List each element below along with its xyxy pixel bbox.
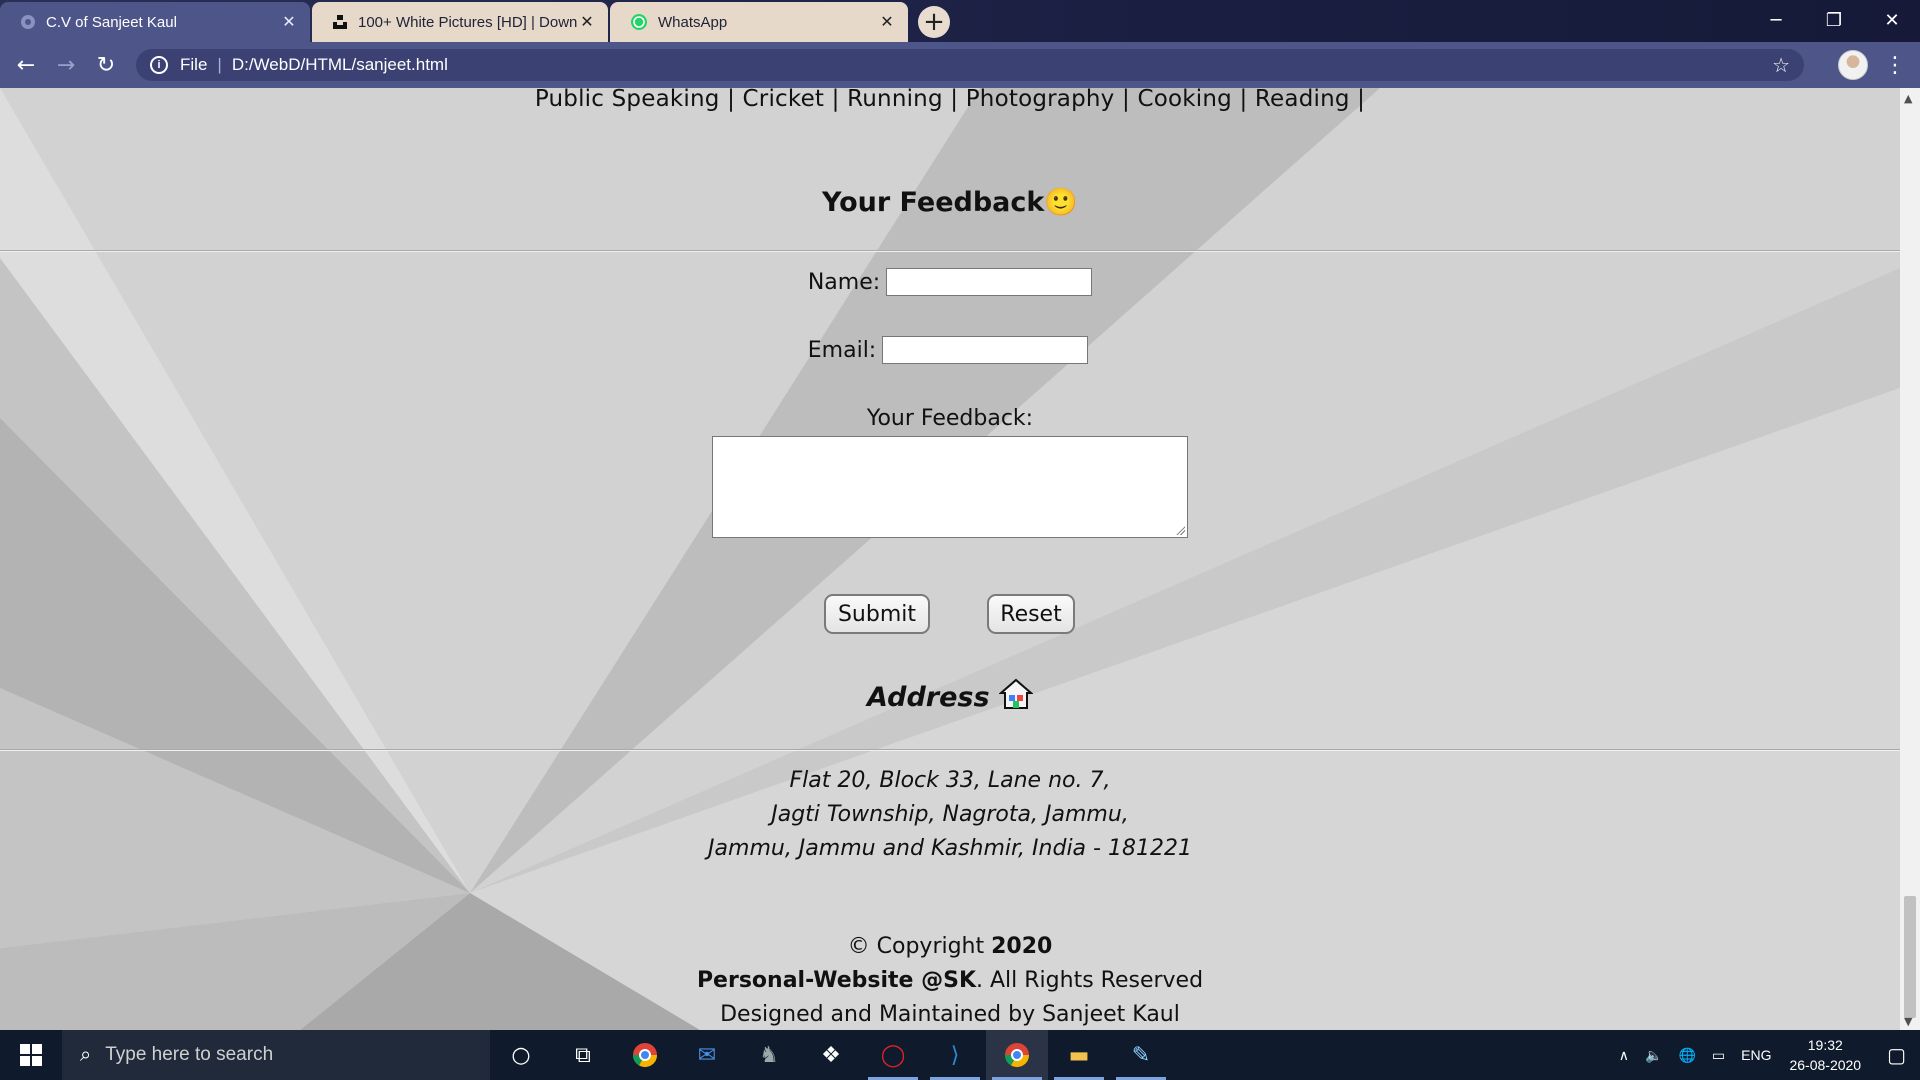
page-viewport: Public Speaking | Cricket | Running | Ph… [0,88,1920,1030]
address-heading: Address [0,678,1900,713]
copyright-year: 2020 [991,934,1053,959]
restore-icon[interactable]: ❐ [1806,0,1862,40]
chrome-logo-icon [633,1043,657,1068]
chrome-running-icon[interactable] [986,1030,1048,1080]
close-tab-icon[interactable]: ✕ [878,12,896,32]
forward-icon[interactable]: → [46,45,86,85]
search-placeholder: Type here to search [105,1044,274,1065]
profile-avatar[interactable] [1838,50,1868,80]
feedback-textarea[interactable] [712,436,1188,538]
rights-text: . All Rights Reserved [976,968,1204,993]
reload-icon[interactable]: ↻ [86,45,126,85]
feedback-label: Your Feedback: [866,406,1034,431]
tab-title: C.V of Sanjeet Kaul [46,13,177,31]
unsplash-favicon-icon [333,15,347,29]
name-label: Name: [807,269,881,295]
page-favicon-icon [21,15,35,29]
tab-white-pictures[interactable]: 100+ White Pictures [HD] | Download ✕ [312,2,608,42]
address-divider [0,749,1900,751]
page-content: Public Speaking | Cricket | Running | Ph… [0,88,1900,1030]
tab-cv[interactable]: C.V of Sanjeet Kaul ✕ [0,2,310,42]
address-line-2: Jagti Township, Nagrota, Jammu, [771,802,1129,827]
network-globe-icon[interactable]: 🌐 [1678,1047,1695,1064]
email-row: Email: [0,336,1900,364]
minimize-icon[interactable]: ─ [1748,0,1804,40]
opera-icon[interactable]: ◯ [862,1030,924,1080]
feedback-title: Your Feedback [822,187,1045,218]
designed-by-line: Designed and Maintained by Sanjeet Kaul [720,1002,1180,1027]
tab-title: 100+ White Pictures [HD] | Download [358,13,578,31]
feedback-divider [0,250,1900,252]
page-scrollbar[interactable]: ▲ ▼ [1900,88,1920,1030]
clock-time: 19:32 [1807,1037,1843,1053]
tray-chevron-icon[interactable]: ∧ [1619,1047,1629,1064]
email-input[interactable] [882,336,1089,364]
whatsapp-favicon-icon [631,14,647,30]
new-tab-button[interactable]: + [918,6,950,38]
scroll-down-icon[interactable]: ▼ [1904,1015,1912,1028]
tab-title: WhatsApp [658,13,728,31]
address-line-3: Jammu, Jammu and Kashmir, India - 181221 [708,836,1192,861]
cortana-icon[interactable]: ○ [490,1030,552,1080]
address-title: Address [867,682,990,713]
search-icon: ⌕ [80,1043,92,1066]
game-app-icon[interactable]: ♞ [738,1030,800,1080]
resize-grip-icon[interactable] [1175,525,1185,535]
dropbox-icon[interactable]: ❖ [800,1030,862,1080]
smiley-emoji-icon: 🙂 [1044,187,1078,218]
address-line-1: Flat 20, Block 33, Lane no. 7, [789,768,1111,793]
back-icon[interactable]: ← [6,45,46,85]
email-label: Email: [807,337,877,363]
feedback-label-row: Your Feedback: [0,406,1900,431]
close-tab-icon[interactable]: ✕ [280,12,298,32]
windows-taskbar: ⌕ Type here to search ○ ⧉ ✉ ♞ ❖ ◯ ⟩ ▬ ✎ … [0,1030,1920,1080]
scroll-thumb[interactable] [1904,896,1916,1018]
task-view-icon[interactable]: ⧉ [552,1030,614,1080]
address-url[interactable]: D:/WebD/HTML/sanjeet.html [232,55,448,75]
reset-button[interactable]: Reset [987,594,1075,634]
hobbies-line: Public Speaking | Cricket | Running | Ph… [534,88,1366,112]
volume-icon[interactable]: 🔈 [1645,1047,1662,1064]
clock-date: 26-08-2020 [1789,1057,1862,1073]
bookmark-star-icon[interactable]: ☆ [1772,53,1790,78]
windows-logo-icon [20,1044,42,1066]
chrome-icon[interactable] [614,1030,676,1080]
submit-button[interactable]: Submit [824,594,930,634]
taskbar-search[interactable]: ⌕ Type here to search [62,1030,490,1080]
clock[interactable]: 19:32 26-08-2020 [1789,1035,1861,1075]
house-icon [998,678,1034,709]
tab-strip: C.V of Sanjeet Kaul ✕ 100+ White Picture… [0,0,1920,42]
copyright-prefix: © Copyright [847,934,992,959]
menu-kebab-icon[interactable]: ⋮ [1880,48,1910,82]
file-explorer-icon[interactable]: ▬ [1048,1030,1110,1080]
name-input[interactable] [886,268,1093,296]
copyright-line: © Copyright 2020 [0,934,1900,959]
tab-whatsapp[interactable]: WhatsApp ✕ [610,2,908,42]
notifications-icon[interactable]: ▢ [1887,1043,1906,1068]
chrome-logo-icon [1005,1043,1029,1068]
paint-icon[interactable]: ✎ [1110,1030,1172,1080]
info-icon[interactable]: i [150,56,168,74]
close-tab-icon[interactable]: ✕ [578,12,596,32]
browser-toolbar: ← → ↻ i File | D:/WebD/HTML/sanjeet.html… [0,42,1920,88]
address-scheme: File [180,55,208,74]
feedback-heading: Your Feedback🙂 [0,186,1900,218]
scroll-up-icon[interactable]: ▲ [1904,92,1912,105]
address-bar[interactable]: i File | D:/WebD/HTML/sanjeet.html ☆ [136,49,1804,81]
language-indicator[interactable]: ENG [1741,1047,1771,1063]
vscode-icon[interactable]: ⟩ [924,1030,986,1080]
site-name: Personal-Website @SK [696,968,977,993]
close-window-icon[interactable]: ✕ [1864,0,1920,40]
rights-line: Personal-Website @SK. All Rights Reserve… [0,968,1900,993]
name-row: Name: [0,268,1900,296]
battery-icon[interactable]: ▭ [1712,1047,1725,1064]
system-tray: ∧ 🔈 🌐 ▭ ENG 19:32 26-08-2020 ▢ [1611,1030,1920,1080]
start-button[interactable] [0,1030,62,1080]
address-divider: | [217,55,222,74]
mail-icon[interactable]: ✉ [676,1030,738,1080]
